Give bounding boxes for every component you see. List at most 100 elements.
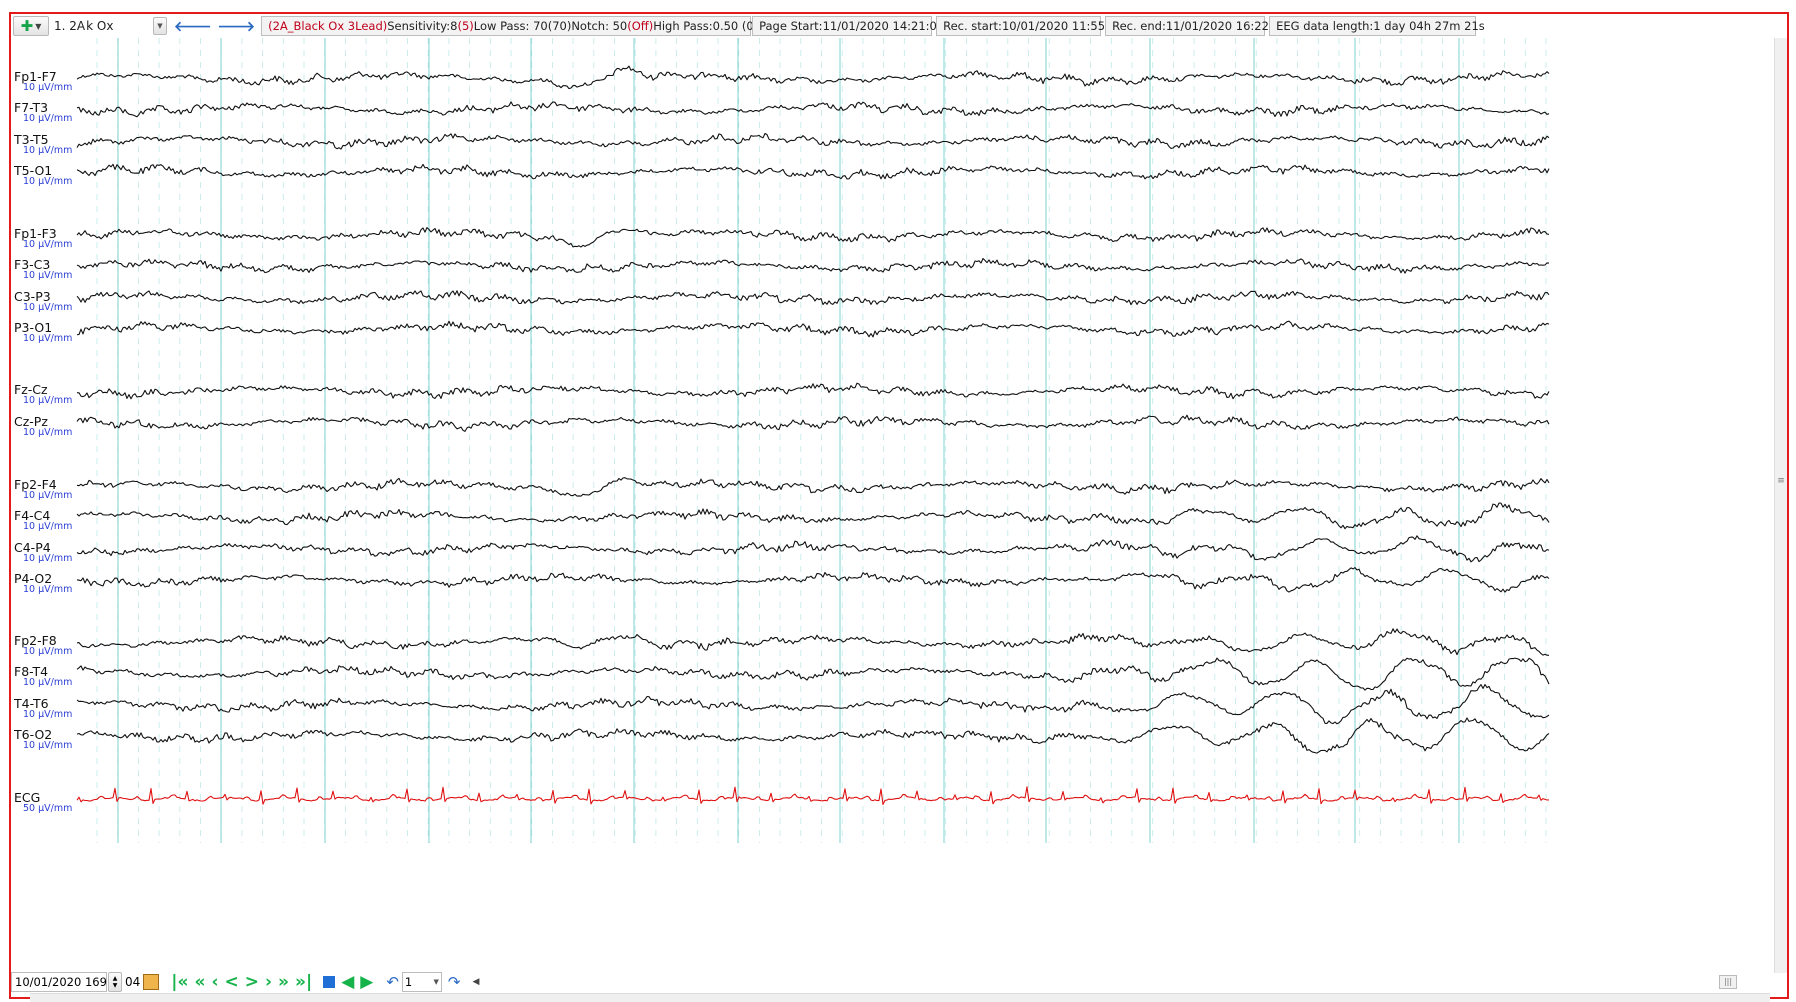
notch-label: Notch: (571, 19, 609, 33)
rec-end-field: Rec. end: 11/01/2020 16:22:23 (1105, 16, 1287, 36)
channel-scale-fp2-f4: 10 µV/mm (23, 490, 73, 501)
channel-scale-t5-o1: 10 µV/mm (23, 176, 73, 187)
vertical-scrollbar[interactable]: ≡ (1774, 38, 1787, 973)
channel-scale-t3-t5: 10 µV/mm (23, 145, 73, 156)
channel-scale-p3-o1: 10 µV/mm (23, 333, 73, 344)
lowpass-group: Low Pass: 70 (474, 19, 548, 33)
montage-dropdown-button[interactable]: ▼ (153, 17, 167, 35)
page-start-value: 11/01/2020 14:21:04 (822, 19, 945, 33)
date-suffix: 9 (99, 975, 107, 989)
eeg-traces-canvas (76, 38, 1550, 843)
trace-c3-p3 (76, 290, 1550, 306)
trace-cz-pz (76, 414, 1550, 432)
last-page-icon[interactable]: »| (295, 973, 312, 991)
trace-fz-cz (76, 382, 1550, 400)
eeg-display[interactable]: Fp1-F7 10 µV/mm F7-T3 10 µV/mm T3-T5 10 µV/mm… (11, 38, 1774, 973)
horizontal-scrollbar[interactable] (30, 993, 1770, 1002)
highpass-label: High Pass: (653, 19, 713, 33)
notch-group: Notch: 50 (571, 19, 627, 33)
lowpass-default: (70) (547, 19, 572, 33)
calendar-icon[interactable] (143, 974, 160, 990)
fast-forward-icon[interactable]: » (278, 973, 289, 991)
trace-fp1-f3 (76, 227, 1550, 248)
rec-start-label: Rec. start: (943, 19, 1002, 33)
trace-fp2-f8 (76, 628, 1550, 656)
play-forward-icon[interactable]: ▶ (360, 973, 373, 991)
rec-end-label: Rec. end: (1112, 19, 1166, 33)
toolbar: ✚ ▼ 1. 2A k Ox ▼ 🡐 🡒 (2A_Black Ox 3Lead)… (11, 14, 1787, 38)
back-arrow-icon[interactable]: 🡐 (174, 18, 212, 35)
trace-p3-o1 (76, 320, 1550, 338)
channel-scale-c4-p4: 10 µV/mm (23, 553, 73, 564)
page-start-field: Page Start: 11/01/2020 14:21:04 (752, 16, 944, 36)
channel-scale-f7-t3: 10 µV/mm (23, 113, 73, 124)
channel-scale-ecg: 50 µV/mm (23, 803, 73, 814)
rec-start-field: Rec. start: 10/01/2020 11:55:01 (936, 16, 1124, 36)
sensitivity-label: Sensitivity: (387, 19, 451, 33)
channel-scale-p4-o2: 10 µV/mm (23, 584, 73, 595)
channel-scale-fz-cz: 10 µV/mm (23, 395, 73, 406)
trace-p4-o2 (76, 567, 1550, 593)
montage-name: (2A_Black Ox 3Lead) (268, 19, 388, 33)
page-value: 1 (404, 975, 413, 989)
trace-fp1-f7 (76, 65, 1550, 90)
sensitivity-value: 8 (450, 19, 458, 33)
trace-t5-o1 (76, 163, 1550, 180)
channel-scale-t6-o2: 10 µV/mm (23, 740, 73, 751)
date-time-input[interactable]: 10/01/2020 16 9 (11, 972, 107, 992)
spin-up-icon: ▲ (112, 975, 118, 982)
spin-down-icon: ▼ (112, 982, 118, 989)
undo-icon[interactable]: ↶ (386, 973, 399, 991)
channel-scale-fp2-f8: 10 µV/mm (23, 646, 73, 657)
add-montage-button[interactable]: ✚ ▼ (13, 16, 49, 36)
notch-value: 50 (612, 19, 628, 33)
page-back-icon[interactable]: ‹ (211, 973, 218, 991)
redo-icon[interactable]: ↷ (448, 973, 461, 991)
resize-grip-icon[interactable]: ||| (1719, 975, 1737, 989)
notch-default: (Off) (627, 19, 654, 33)
step-back-icon[interactable]: < (224, 973, 238, 991)
trace-fp2-f4 (76, 477, 1550, 497)
scroll-left-icon[interactable]: ◀ (473, 977, 480, 987)
montage-suffix: k Ox (86, 19, 114, 33)
step-forward-icon[interactable]: > (245, 973, 259, 991)
play-back-icon[interactable]: ◀ (341, 973, 354, 991)
montage-select[interactable]: 1. 2A k Ox (54, 16, 158, 36)
lowpass-value: 70 (533, 19, 548, 33)
trace-f8-t4 (76, 657, 1550, 691)
lowpass-label: Low Pass: (473, 19, 530, 33)
channel-scale-cz-pz: 10 µV/mm (23, 427, 73, 438)
forward-arrow-icon[interactable]: 🡒 (218, 18, 256, 35)
chevron-down-icon: ▼ (35, 21, 42, 31)
trace-t4-t6 (76, 683, 1550, 725)
date-value: 10/01/2020 16 (15, 975, 100, 989)
plus-icon: ✚ (20, 17, 34, 35)
spin-value: 04 (125, 975, 141, 989)
channel-scale-t4-t6: 10 µV/mm (23, 709, 73, 720)
channel-scale-f3-c3: 10 µV/mm (23, 270, 73, 281)
trace-t3-t5 (76, 132, 1550, 150)
channel-scale-fp1-f7: 10 µV/mm (23, 82, 73, 93)
eeg-length-label: EEG data length: (1276, 19, 1374, 33)
channel-scale-f4-c4: 10 µV/mm (23, 521, 73, 532)
page-start-label: Page Start: (759, 19, 823, 33)
stop-icon[interactable] (323, 976, 336, 988)
trace-f3-c3 (76, 257, 1550, 274)
trace-t6-o2 (76, 717, 1550, 754)
channel-scale-f8-t4: 10 µV/mm (23, 677, 73, 688)
trace-c4-p4 (76, 535, 1550, 563)
channel-scale-fp1-f3: 10 µV/mm (23, 239, 73, 250)
first-page-icon[interactable]: |« (171, 973, 188, 991)
trace-ecg (76, 786, 1550, 805)
trace-f7-t3 (76, 101, 1550, 118)
fast-back-icon[interactable]: « (194, 973, 205, 991)
page-number-input[interactable]: 1 ▼ (401, 972, 442, 992)
chevron-down-icon: ▼ (157, 22, 163, 30)
channel-scale-c3-p3: 10 µV/mm (23, 302, 73, 313)
page-forward-icon[interactable]: › (265, 973, 272, 991)
chevron-down-icon: ▼ (433, 978, 439, 986)
filter-settings[interactable]: (2A_Black Ox 3Lead) Sensitivity:8 (5) Lo… (261, 16, 776, 36)
sensitivity-default: (5) (457, 19, 474, 33)
trace-f4-c4 (76, 502, 1550, 530)
time-spinner[interactable]: ▲ ▼ (108, 972, 122, 992)
